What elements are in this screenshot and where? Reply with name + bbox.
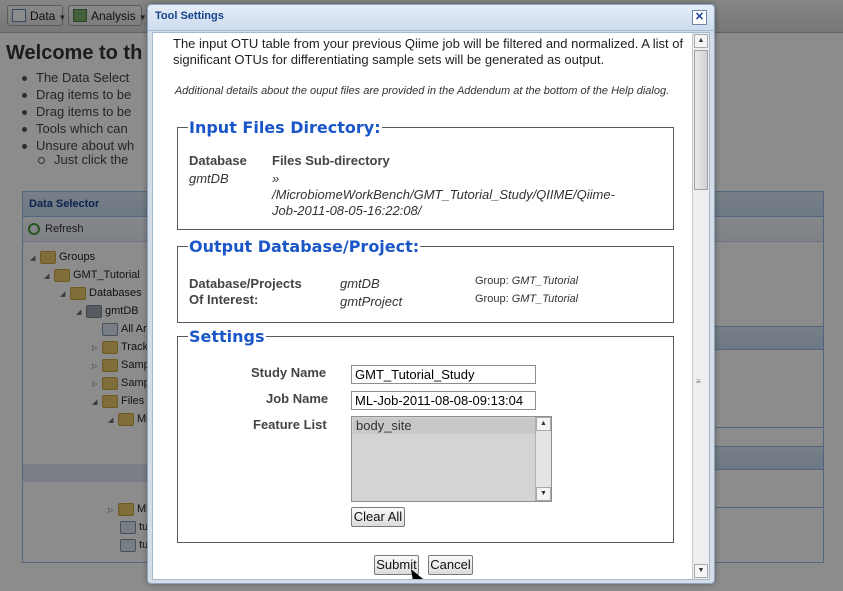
scrollbar-thumb[interactable] [694, 50, 708, 190]
tool-settings-dialog: Tool Settings ✕ The input OTU table from… [147, 4, 715, 584]
settings-legend: Settings [189, 327, 265, 346]
scroll-up-icon[interactable]: ▲ [536, 417, 551, 431]
input-files-legend: Input Files Directory: [189, 118, 381, 137]
output-project-group: Group: GMT_Tutorial [475, 293, 579, 305]
scroll-down-icon[interactable]: ▼ [694, 564, 708, 578]
dialog-title-bar[interactable]: Tool Settings ✕ [148, 5, 714, 31]
output-database-group: Group: GMT_Tutorial [475, 275, 579, 287]
subdirectory-path-line2: Job-2011-08-05-16:22:08/ [272, 203, 422, 218]
output-database-value: gmtDB [340, 276, 380, 291]
listbox-scrollbar[interactable]: ▲ ▼ [535, 417, 551, 501]
database-column-header: Database [189, 153, 247, 168]
input-database-value: gmtDB [189, 171, 229, 186]
dialog-scrollbar[interactable]: ▲ ≡ ▼ [692, 33, 709, 579]
dialog-body: The input OTU table from your previous Q… [152, 32, 710, 580]
study-name-label: Study Name [251, 365, 327, 380]
addendum-note: Additional details about the ouput files… [174, 85, 670, 97]
dialog-title: Tool Settings [155, 10, 224, 22]
clear-all-button[interactable]: Clear All [351, 507, 405, 527]
study-name-input[interactable] [351, 365, 536, 384]
subdirectory-path-line1: /MicrobiomeWorkBench/GMT_Tutorial_Study/… [272, 187, 615, 202]
intro-text: The input OTU table from your previous Q… [173, 36, 684, 67]
output-project-value: gmtProject [340, 294, 403, 309]
output-label-line1: Database/Projects [189, 276, 302, 291]
feature-list-label: Feature List [253, 417, 327, 432]
scroll-up-icon[interactable]: ▲ [694, 34, 708, 48]
cancel-button[interactable]: Cancel [428, 555, 473, 575]
output-label-line2: Of Interest: [189, 292, 259, 307]
subdirectory-arrow: » [272, 171, 280, 186]
job-name-input[interactable] [351, 391, 536, 410]
output-db-legend: Output Database/Project: [189, 237, 420, 256]
scrollbar-grip-icon: ≡ [696, 377, 701, 386]
input-files-fieldset: Input Files Directory: [177, 118, 674, 230]
subdirectory-column-header: Files Sub-directory [272, 153, 390, 168]
feature-listbox[interactable]: body_site ▲ ▼ [351, 416, 552, 502]
job-name-label: Job Name [266, 391, 329, 406]
close-icon[interactable]: ✕ [692, 10, 707, 25]
scroll-down-icon[interactable]: ▼ [536, 487, 551, 501]
feature-option[interactable]: body_site [353, 418, 537, 434]
